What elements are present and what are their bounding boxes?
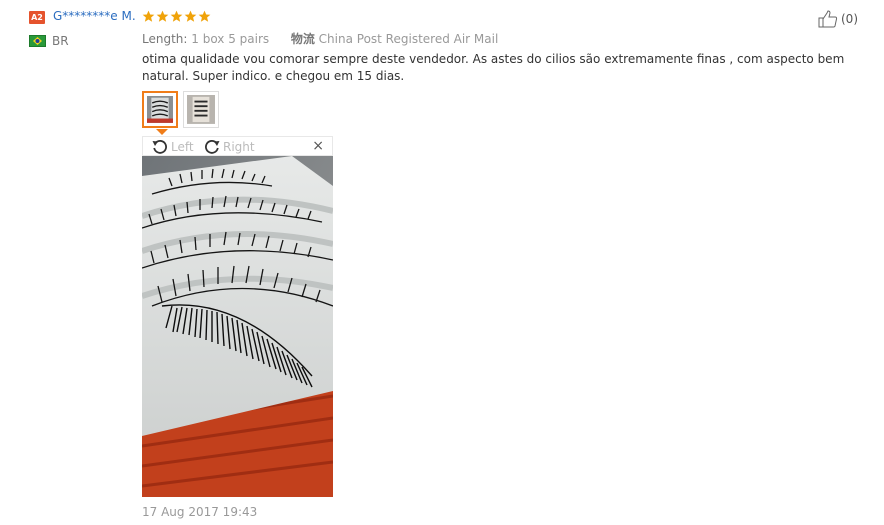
review-text: otima qualidade vou comorar sempre deste… bbox=[142, 52, 845, 83]
review-photo-large bbox=[142, 156, 333, 497]
helpful-count: (0) bbox=[841, 12, 858, 26]
purchase-info: Length: 1 box 5 pairs 物流 China Post Regi… bbox=[142, 30, 498, 47]
star-rating bbox=[142, 10, 211, 24]
reviewer-name[interactable]: G********e M. bbox=[53, 9, 136, 23]
length-label: Length: bbox=[142, 32, 188, 46]
flag-diamond bbox=[33, 37, 42, 45]
eyelash-photo-thumb bbox=[147, 96, 173, 123]
star-icon bbox=[198, 10, 211, 22]
buyer-level-badge: A2 bbox=[29, 11, 45, 24]
rotate-right-button[interactable]: Right bbox=[203, 138, 255, 156]
rotate-left-icon bbox=[152, 140, 167, 154]
rotate-left-button[interactable]: Left bbox=[151, 138, 194, 156]
photo-thumbnail-2[interactable] bbox=[183, 91, 219, 128]
close-viewer-button[interactable]: × bbox=[312, 138, 324, 154]
star-icon bbox=[142, 10, 155, 22]
rotate-left-label: Left bbox=[171, 140, 194, 154]
shipping-label: 物流 bbox=[290, 32, 315, 46]
photo-thumbnail-1[interactable] bbox=[142, 91, 178, 128]
image-viewer-toolbar: Left Right × bbox=[142, 136, 333, 156]
rotate-right-icon bbox=[205, 140, 220, 154]
rotate-right-label: Right bbox=[223, 140, 255, 154]
country-flag-icon bbox=[29, 35, 46, 47]
eyelash-tray-photo bbox=[142, 156, 333, 497]
review-photo-thumbnails bbox=[142, 91, 219, 128]
shipping-value: China Post Registered Air Mail bbox=[318, 32, 499, 46]
star-icon bbox=[184, 10, 197, 22]
star-icon bbox=[170, 10, 183, 22]
review-date: 17 Aug 2017 19:43 bbox=[142, 505, 258, 519]
reviewer-country: BR bbox=[52, 34, 69, 48]
eyelash-box-thumb bbox=[187, 95, 215, 124]
helpful-button[interactable]: (0) bbox=[818, 10, 858, 28]
star-icon bbox=[156, 10, 169, 22]
thumbs-up-icon bbox=[818, 10, 838, 28]
length-value: 1 box 5 pairs bbox=[191, 32, 270, 46]
active-thumbnail-caret bbox=[156, 129, 168, 135]
